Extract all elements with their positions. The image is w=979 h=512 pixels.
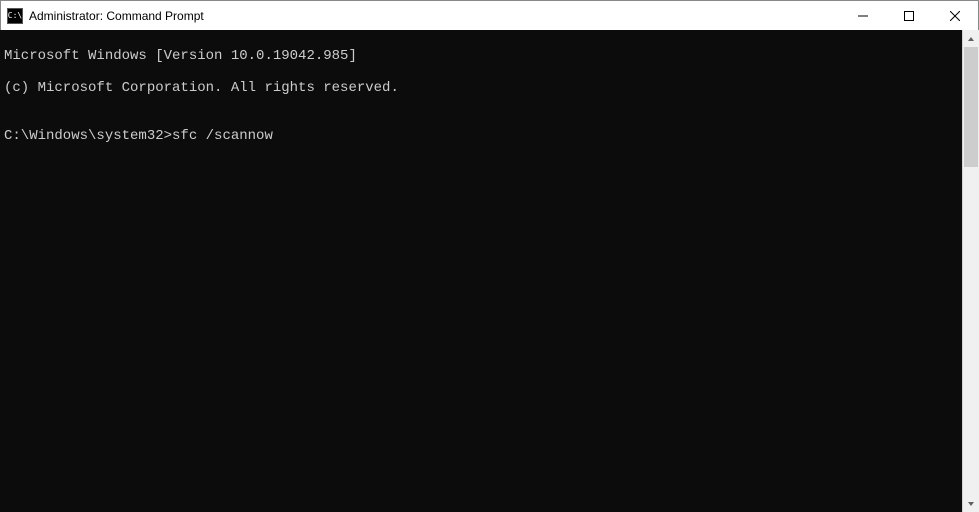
window-title: Administrator: Command Prompt [29, 9, 204, 23]
console-line-version: Microsoft Windows [Version 10.0.19042.98… [4, 48, 958, 64]
console-command: sfc /scannow [172, 128, 273, 144]
window-titlebar[interactable]: C:\ Administrator: Command Prompt [1, 1, 978, 31]
scroll-track[interactable] [963, 47, 979, 495]
scroll-up-arrow-icon[interactable] [963, 30, 979, 47]
console-prompt: C:\Windows\system32> [4, 128, 172, 144]
minimize-button[interactable] [840, 1, 886, 31]
console-prompt-line: C:\Windows\system32>sfc /scannow [4, 128, 958, 144]
console-line-copyright: (c) Microsoft Corporation. All rights re… [4, 80, 958, 96]
titlebar-left: C:\ Administrator: Command Prompt [1, 8, 204, 24]
maximize-button[interactable] [886, 1, 932, 31]
console-area[interactable]: Microsoft Windows [Version 10.0.19042.98… [0, 30, 962, 512]
window-controls [840, 1, 978, 31]
minimize-icon [858, 11, 868, 21]
scroll-thumb[interactable] [964, 47, 978, 167]
close-button[interactable] [932, 1, 978, 31]
maximize-icon [904, 11, 914, 21]
close-icon [950, 11, 960, 21]
scroll-down-arrow-icon[interactable] [963, 495, 979, 512]
vertical-scrollbar[interactable] [962, 30, 979, 512]
cmd-icon: C:\ [7, 8, 23, 24]
